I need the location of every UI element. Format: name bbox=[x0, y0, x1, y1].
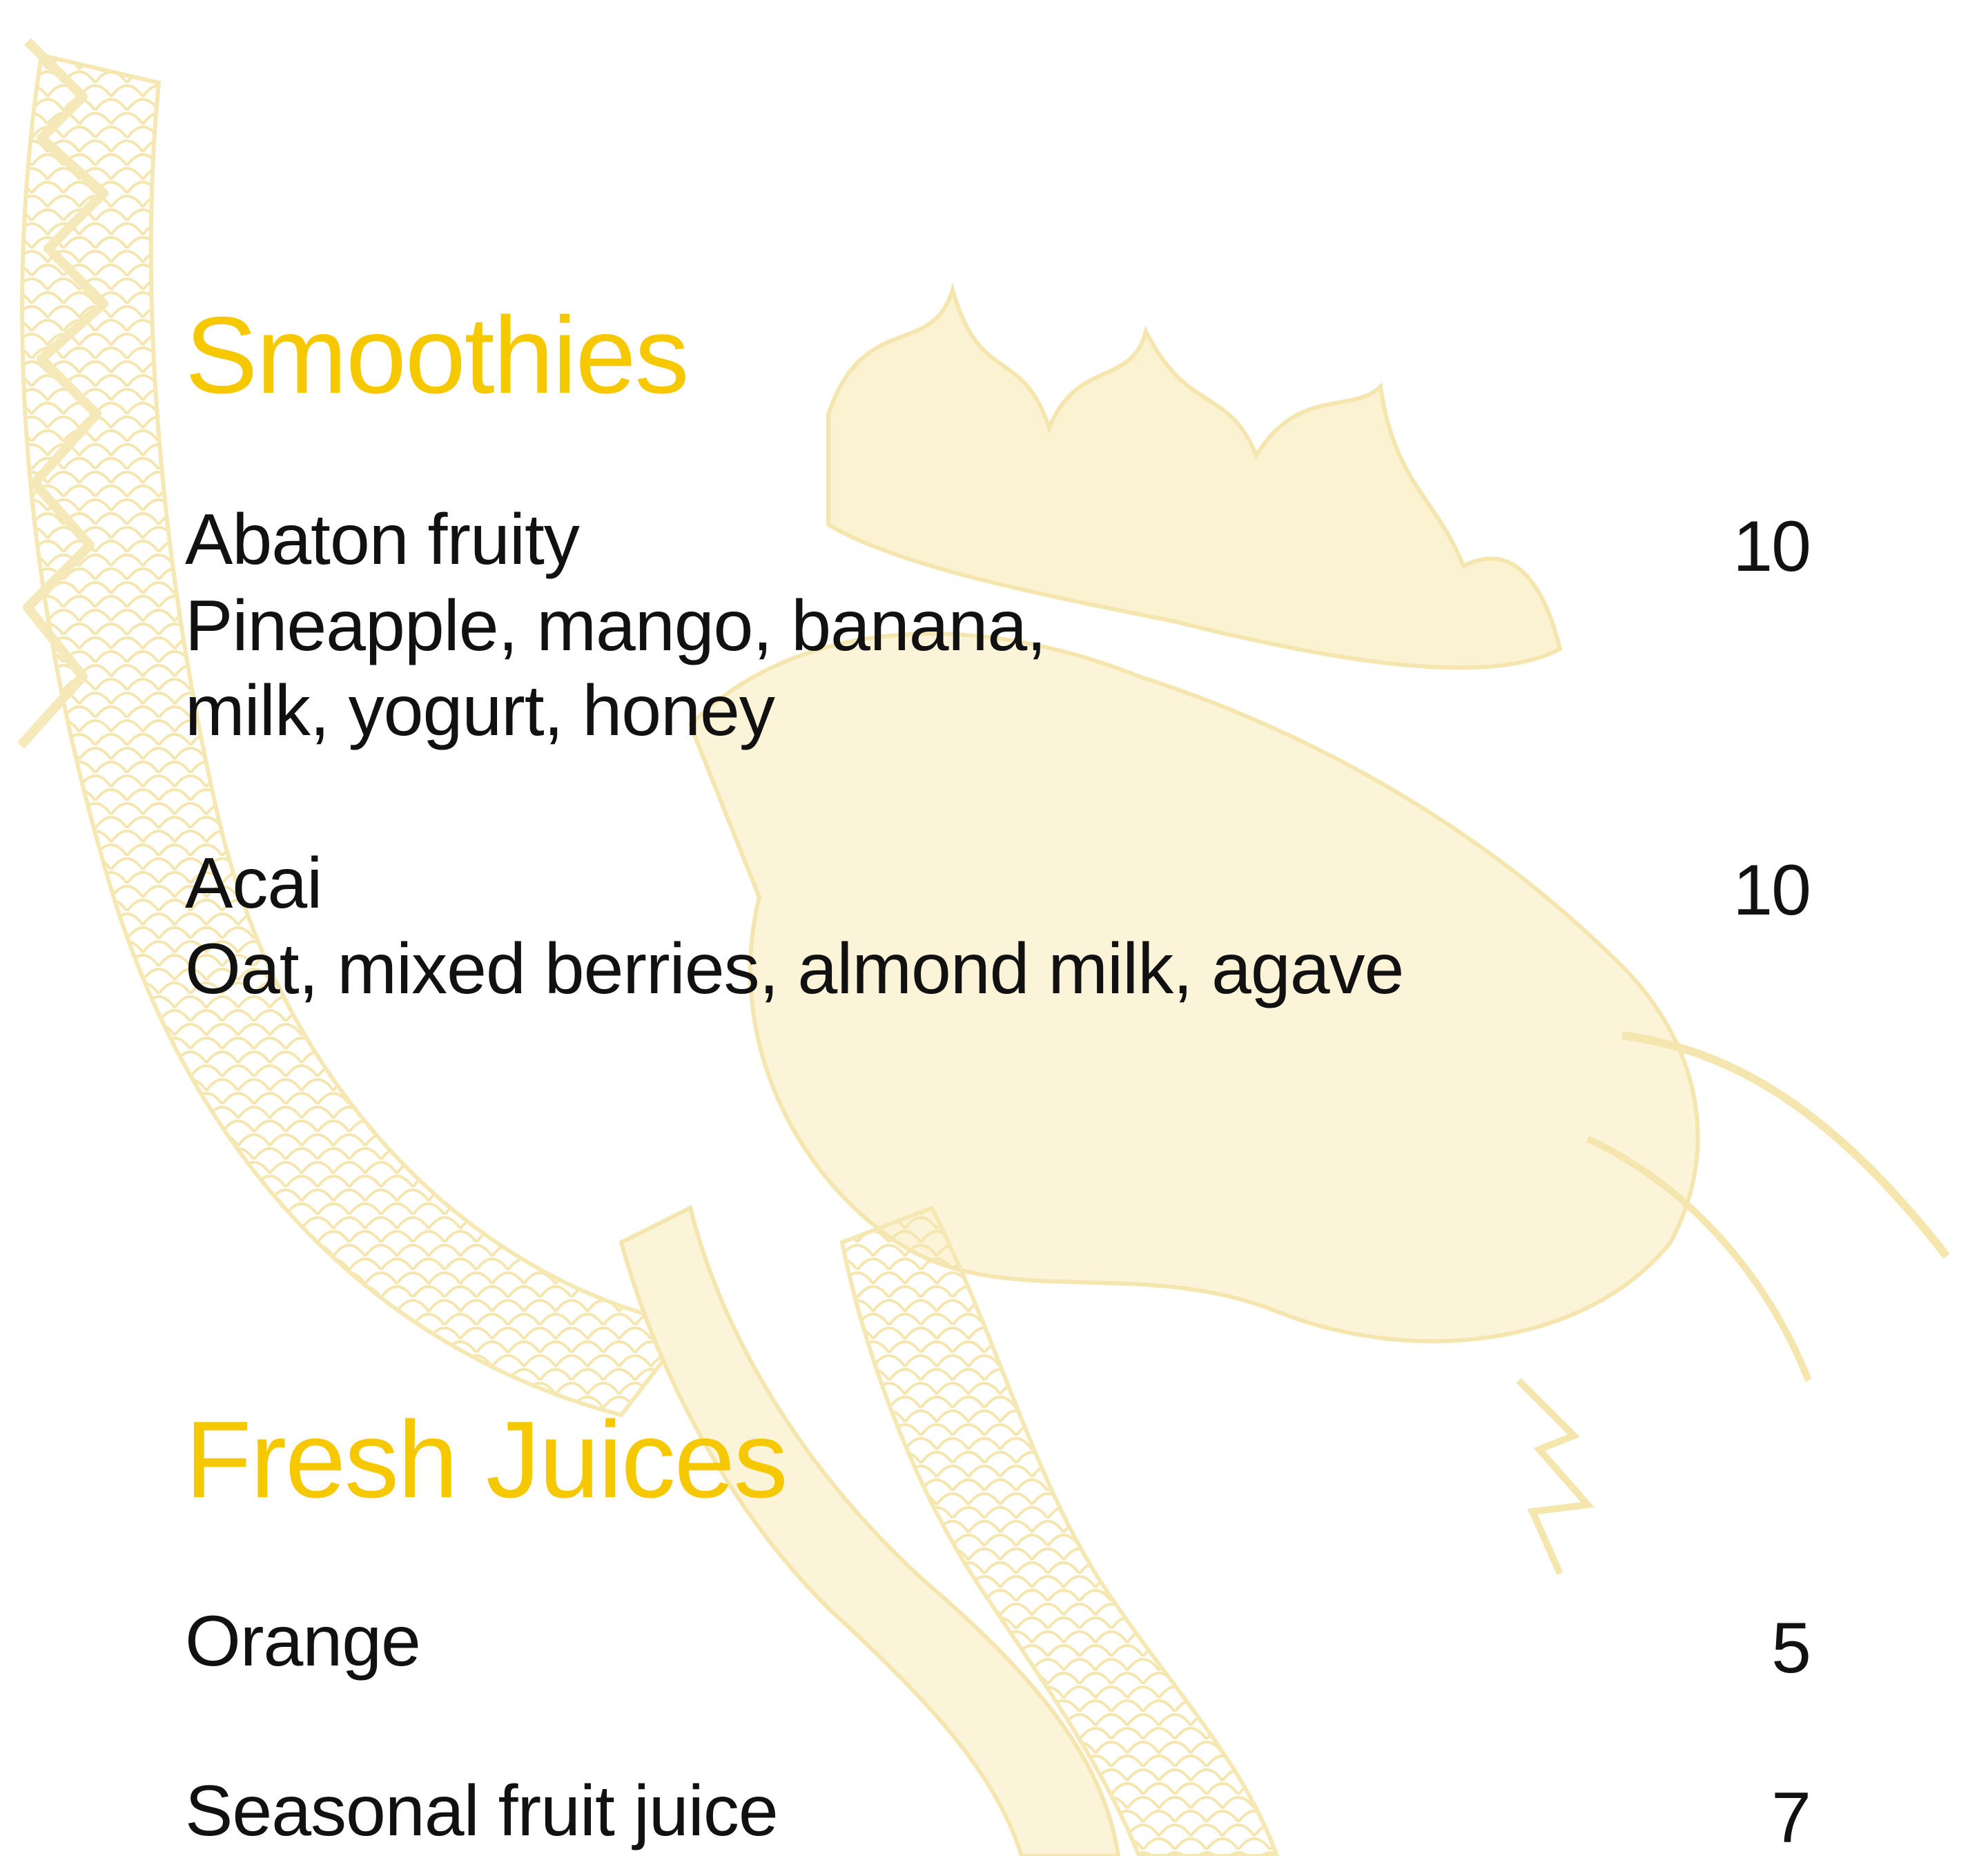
item-name: Abaton fruity bbox=[185, 500, 580, 580]
item-price: 10 bbox=[1733, 507, 1811, 587]
item-description: Oat, mixed berries, almond milk, agave bbox=[185, 929, 1404, 1009]
item-description: milk, yogurt, honey bbox=[185, 671, 775, 751]
item-price: 7 bbox=[1771, 1778, 1811, 1856]
item-name: Acai bbox=[185, 843, 322, 924]
item-name: Seasonal fruit juice bbox=[185, 1771, 779, 1851]
section-title-smoothies: Smoothies bbox=[185, 295, 689, 416]
item-price: 10 bbox=[1733, 850, 1811, 930]
dragon-watermark-icon bbox=[17, 38, 1950, 1856]
item-price: 5 bbox=[1771, 1608, 1811, 1688]
item-description: Pineapple, mango, banana, bbox=[185, 586, 1046, 666]
menu-page: Smoothies Abaton fruity Pineapple, mango… bbox=[0, 0, 1988, 1856]
section-title-fresh-juices: Fresh Juices bbox=[185, 1399, 788, 1521]
item-name: Orange bbox=[185, 1601, 421, 1681]
